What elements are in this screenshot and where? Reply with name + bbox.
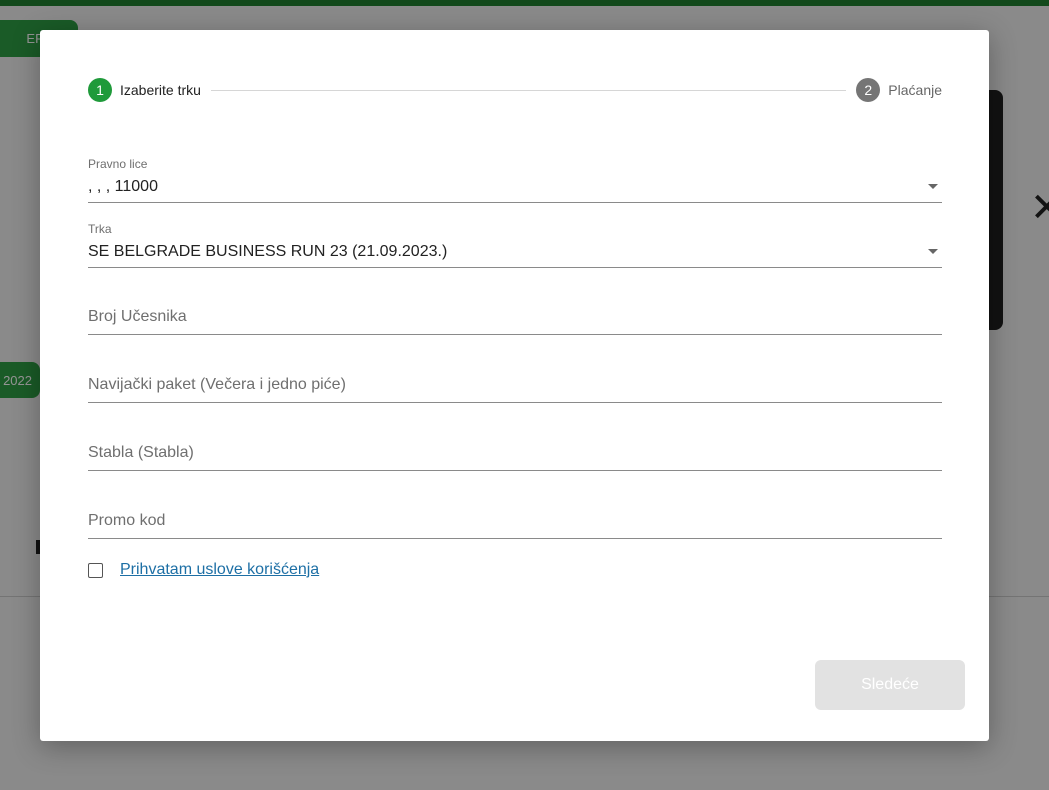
terms-row: Prihvatam uslove korišćenja <box>88 561 319 579</box>
legal-entity-select[interactable]: Pravno lice , , , 11000 <box>88 156 942 203</box>
race-value: SE BELGRADE BUSINESS RUN 23 (21.09.2023.… <box>88 243 448 260</box>
next-button[interactable]: Sledeće <box>815 660 965 710</box>
promo-code-field[interactable]: Promo kod <box>88 504 942 539</box>
promo-code-placeholder: Promo kod <box>88 512 166 529</box>
fan-package-placeholder: Navijački paket (Večera i jedno piće) <box>88 376 346 393</box>
step-connector <box>210 89 847 91</box>
fan-package-field[interactable]: Navijački paket (Večera i jedno piće) <box>88 368 942 403</box>
trees-field[interactable]: Stabla (Stabla) <box>88 436 942 471</box>
legal-entity-label: Pravno lice <box>88 157 148 171</box>
chevron-down-icon <box>928 249 938 254</box>
step-1-number-icon: 1 <box>88 78 112 102</box>
step-1-label: Izaberite trku <box>120 82 201 98</box>
terms-link[interactable]: Prihvatam uslove korišćenja <box>120 561 319 579</box>
participants-placeholder: Broj Učesnika <box>88 308 187 325</box>
race-label: Trka <box>88 222 112 236</box>
stepper: 1 Izaberite trku 2 Plaćanje <box>88 78 942 102</box>
terms-checkbox[interactable] <box>88 562 103 578</box>
race-select[interactable]: Trka SE BELGRADE BUSINESS RUN 23 (21.09.… <box>88 221 942 268</box>
step-2-label: Plaćanje <box>888 82 942 98</box>
step-2-number-icon: 2 <box>856 78 881 102</box>
chevron-down-icon <box>928 184 938 189</box>
step-payment: 2 Plaćanje <box>856 78 942 102</box>
legal-entity-value: , , , 11000 <box>88 178 158 195</box>
trees-placeholder: Stabla (Stabla) <box>88 444 194 461</box>
registration-modal: 1 Izaberite trku 2 Plaćanje Pravno lice … <box>40 30 989 741</box>
participants-field[interactable]: Broj Učesnika <box>88 300 942 335</box>
step-choose-race: 1 Izaberite trku <box>88 78 201 102</box>
